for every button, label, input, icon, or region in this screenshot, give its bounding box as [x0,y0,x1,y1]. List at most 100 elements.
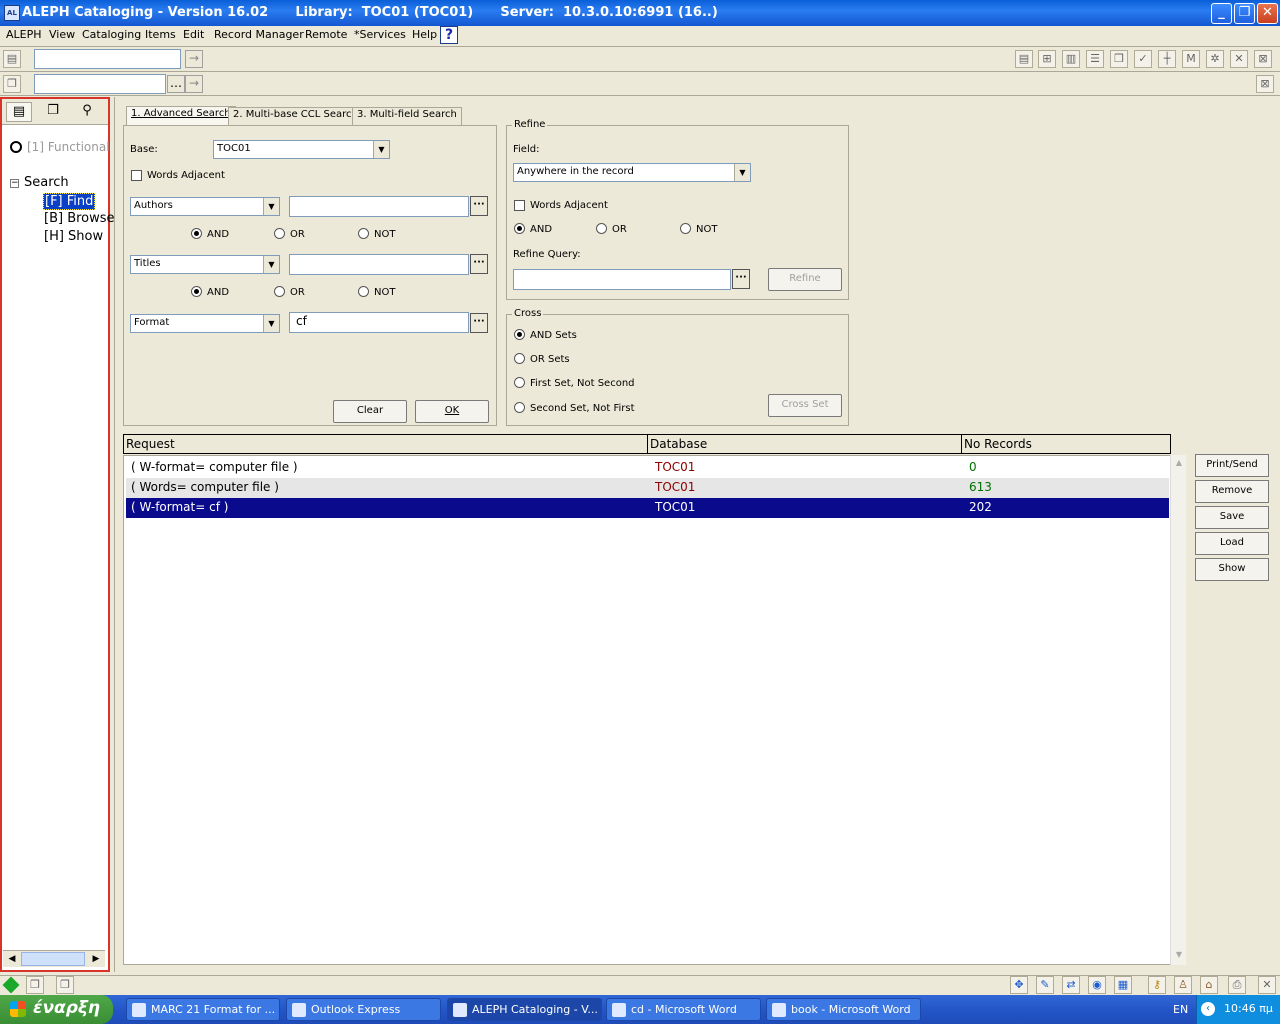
nav-tab-search-icon[interactable]: ⚲ [74,102,100,122]
field-select-2[interactable]: Titles ▼ [130,255,280,274]
save-button[interactable]: Save [1195,506,1269,529]
print-send-button[interactable]: Print/Send [1195,454,1269,477]
chevron-down-icon[interactable]: ▼ [263,198,279,215]
chevron-down-icon[interactable]: ▼ [373,141,389,158]
base-select[interactable]: TOC01 ▼ [213,140,390,159]
header-database[interactable]: Database [650,437,707,451]
tree-search-node[interactable]: Search [24,175,69,190]
field-select-1[interactable]: Authors ▼ [130,197,280,216]
collapse-icon[interactable]: − [10,179,19,188]
menu-cataloging[interactable]: Cataloging [82,28,141,41]
task-marc21[interactable]: MARC 21 Format for ... [126,998,280,1021]
scroll-down-icon[interactable]: ▼ [1172,948,1186,962]
help-icon[interactable]: ? [440,26,458,44]
status-calendar-icon[interactable]: ▦ [1114,976,1132,994]
ellipsis-button-1[interactable]: ··· [470,196,488,216]
hierarchy-icon[interactable]: ┼ [1158,50,1176,68]
record-icon[interactable]: ▤ [3,50,21,68]
scroll-left-icon[interactable]: ◀ [5,952,19,966]
command-input[interactable] [34,49,181,69]
nav-tab-records-icon[interactable]: ▤ [6,102,32,122]
tab-multibase-ccl-search[interactable]: 2. Multi-base CCL Search [228,107,363,125]
chevron-down-icon[interactable]: ▼ [734,164,750,181]
refine-not-radio[interactable] [680,223,691,234]
status-transfer-icon[interactable]: ⇄ [1062,976,1080,994]
task-aleph[interactable]: ALEPH Cataloging - V... [447,998,602,1021]
table-row[interactable]: ( W-format= computer file ) TOC01 0 [126,458,1169,478]
status-user-icon[interactable]: ♙ [1174,976,1192,994]
refine-field-select[interactable]: Anywhere in the record ▼ [513,163,751,182]
ellipsis-button[interactable]: … [167,75,185,93]
header-request[interactable]: Request [126,437,175,451]
load-button[interactable]: Load [1195,532,1269,555]
refine-query-input[interactable] [513,269,731,290]
search-input-2[interactable] [289,254,469,275]
status-items-icon[interactable]: ❐ [56,976,74,994]
ok-button[interactable]: OK [415,400,489,423]
cross-second-not-first-radio[interactable] [514,402,525,413]
go-arrow-icon[interactable]: → [185,50,203,68]
tab-multifield-search[interactable]: 3. Multi-field Search [352,107,462,125]
search-input-1[interactable] [289,196,469,217]
language-indicator[interactable]: EN [1173,1003,1188,1016]
close-record-icon[interactable]: ✕ [1230,50,1248,68]
clear-button[interactable]: Clear [333,400,407,423]
chevron-down-icon[interactable]: ▼ [263,315,279,332]
tree-find-node[interactable]: [F] Find [43,193,96,210]
restore-button[interactable]: ❐ [1234,3,1255,24]
status-globe-icon[interactable]: ◉ [1088,976,1106,994]
status-edit-icon[interactable]: ✎ [1036,976,1054,994]
functional-radio-icon[interactable] [10,141,22,153]
tree-icon[interactable]: ⊞ [1038,50,1056,68]
check-icon[interactable]: ✓ [1134,50,1152,68]
and-radio-1[interactable] [191,228,202,239]
horizontal-scrollbar[interactable]: ◀ ▶ [3,950,105,967]
table-row[interactable]: ( Words= computer file ) TOC01 613 [126,478,1169,498]
tree-show-node[interactable]: [H] Show [44,229,103,244]
cross-set-button[interactable]: Cross Set [768,394,842,417]
task-word-cd[interactable]: cd - Microsoft Word [606,998,761,1021]
menu-aleph[interactable]: ALEPH [6,28,42,41]
or-radio-2[interactable] [274,286,285,297]
tree-browse-node[interactable]: [B] Browse [44,211,115,226]
tray-expand-icon[interactable]: ‹ [1201,1002,1215,1016]
task-word-book[interactable]: book - Microsoft Word [766,998,921,1021]
task-outlook[interactable]: Outlook Express [286,998,441,1021]
not-radio-1[interactable] [358,228,369,239]
and-radio-2[interactable] [191,286,202,297]
search-input-3[interactable]: cf [289,312,469,333]
item-icon[interactable]: ❐ [3,75,21,93]
gear-icon[interactable]: ✲ [1206,50,1224,68]
remove-button[interactable]: Remove [1195,480,1269,503]
delete-record-icon[interactable]: ⊠ [1254,50,1272,68]
cross-or-sets-radio[interactable] [514,353,525,364]
menu-record-manager[interactable]: Record Manager [214,28,304,41]
refine-or-radio[interactable] [596,223,607,234]
list-icon[interactable]: ☰ [1086,50,1104,68]
close-item-icon[interactable]: ⊠ [1256,75,1274,93]
scroll-right-icon[interactable]: ▶ [89,952,103,966]
show-button[interactable]: Show [1195,558,1269,581]
menu-help[interactable]: Help [412,28,437,41]
header-no-records[interactable]: No Records [964,437,1032,451]
table-row-selected[interactable]: ( W-format= cf ) TOC01 202 [126,498,1169,518]
scroll-up-icon[interactable]: ▲ [1172,456,1186,470]
chevron-down-icon[interactable]: ▼ [263,256,279,273]
refine-words-adjacent-checkbox[interactable] [514,200,525,211]
minimize-button[interactable]: _ [1211,3,1232,24]
cross-and-sets-radio[interactable] [514,329,525,340]
barcode-input[interactable] [34,74,166,94]
status-printer-icon[interactable]: ⎙ [1228,976,1246,994]
status-close-icon[interactable]: ✕ [1258,976,1276,994]
menu-items[interactable]: Items [145,28,176,41]
tab-advanced-search[interactable]: 1. Advanced Search [126,106,236,126]
scroll-thumb[interactable] [21,952,85,966]
nav-tab-items-icon[interactable]: ❐ [40,102,66,122]
refine-button[interactable]: Refine [768,268,842,291]
ellipsis-button-3[interactable]: ··· [470,313,488,333]
catalog-record-icon[interactable]: ▤ [1015,50,1033,68]
menu-view[interactable]: View [49,28,75,41]
status-library-icon[interactable]: ⌂ [1200,976,1218,994]
status-network-icon[interactable]: ✥ [1010,976,1028,994]
cross-first-not-second-radio[interactable] [514,377,525,388]
